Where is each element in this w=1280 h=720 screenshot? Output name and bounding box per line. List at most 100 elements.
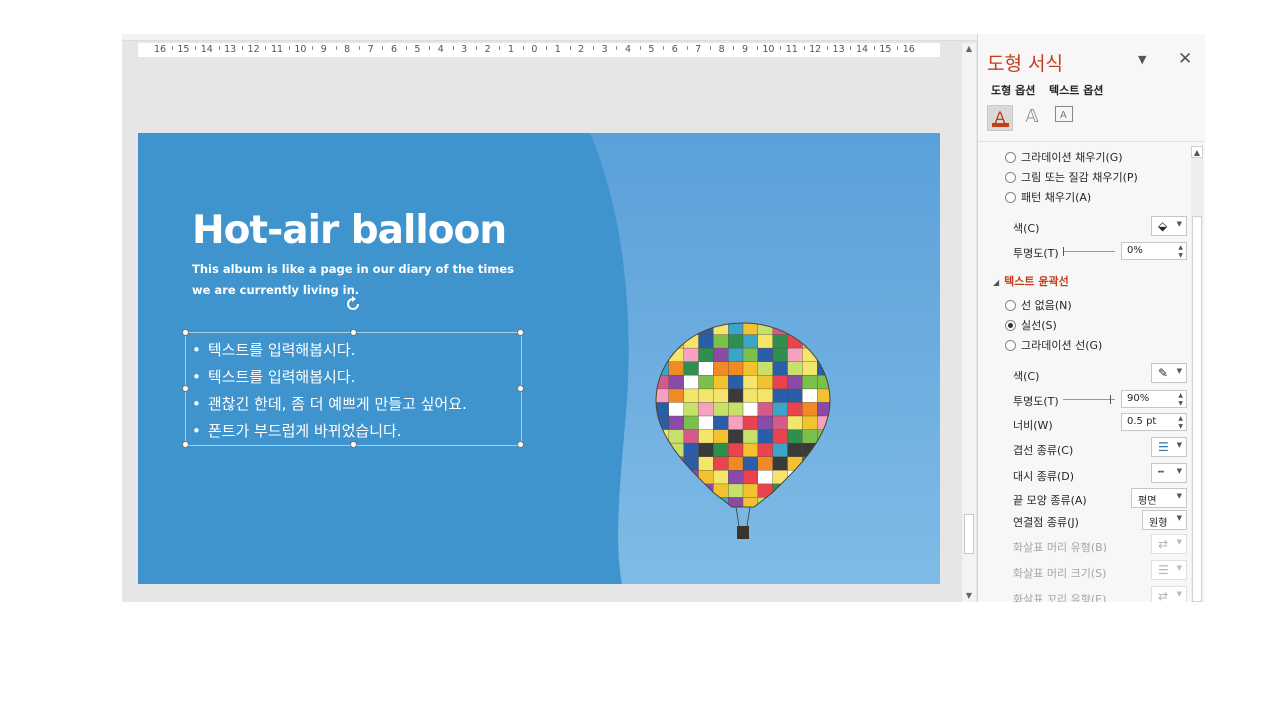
solid-line-option[interactable]: 실선(S)	[1005, 317, 1057, 333]
balloon-panel	[713, 442, 729, 458]
pane-scrollbar[interactable]: ▲	[1191, 146, 1203, 602]
balloon-panel	[698, 415, 715, 431]
balloon-panel	[802, 483, 818, 499]
spin-down-icon[interactable]: ▼	[1178, 252, 1183, 259]
radio-selected-icon[interactable]	[1005, 319, 1016, 331]
balloon-panel	[683, 375, 700, 390]
fill-color-dropdown[interactable]: ⬙ ▼	[1151, 216, 1187, 236]
spin-up-icon[interactable]: ▲	[1178, 415, 1183, 422]
outline-transparency-value[interactable]: 90%	[1127, 393, 1149, 404]
bullet-item[interactable]: 폰트가 부드럽게 바뀌었습니다.	[192, 418, 467, 445]
resize-handle[interactable]	[350, 329, 357, 336]
outline-color-dropdown[interactable]: ✎ ▼	[1151, 363, 1187, 383]
rotate-handle-icon[interactable]	[344, 295, 362, 313]
balloon-panel	[698, 375, 715, 390]
outline-transparency-spinner[interactable]: 90% ▲ ▼	[1121, 390, 1187, 408]
bullet-item[interactable]: 텍스트를 입력해봅시다.	[192, 337, 467, 364]
ruler-tick	[429, 46, 431, 50]
chevron-down-icon: ▼	[1176, 467, 1182, 475]
horizontal-ruler[interactable]: 16 15 14 13 12 11 10 9 8 7 6 5 4 3 2 1 0 1 2 3 4 5 6 7 8 9 10 11 12 1…	[138, 43, 940, 57]
compound-type-dropdown[interactable]: ☰ ▼	[1151, 437, 1187, 457]
balloon-panel	[787, 388, 804, 404]
resize-handle[interactable]	[182, 329, 189, 336]
slider-knob[interactable]	[1110, 395, 1111, 404]
balloon-panel	[727, 334, 744, 349]
balloon-panel	[727, 347, 744, 363]
picture-fill-option[interactable]: 그림 또는 질감 채우기(P)	[1005, 169, 1138, 185]
gradient-line-option[interactable]: 그라데이션 선(G)	[1005, 337, 1102, 353]
slide-title[interactable]: Hot-air balloon	[192, 207, 507, 255]
balloon-panel	[683, 442, 700, 458]
fill-transparency-value[interactable]: 0%	[1127, 245, 1143, 256]
resize-handle[interactable]	[517, 441, 524, 448]
radio-icon[interactable]	[1005, 151, 1016, 163]
scroll-down-icon[interactable]: ▼	[962, 590, 976, 602]
spin-up-icon[interactable]: ▲	[1178, 392, 1183, 399]
hot-air-balloon-image[interactable]	[654, 321, 832, 549]
balloon-panel	[802, 429, 818, 444]
bullet-item[interactable]: 괜찮긴 한데, 좀 더 예쁘게 만들고 싶어요.	[192, 391, 467, 418]
ruler-number: 6	[390, 44, 398, 55]
cap-type-dropdown[interactable]: 평면 ▼	[1131, 488, 1187, 508]
bullet-item[interactable]: 텍스트를 입력해봅시다.	[192, 364, 467, 391]
balloon-panel	[802, 323, 818, 336]
ruler-tick	[733, 46, 735, 50]
slide-scrollbar[interactable]: ▲ ▼	[962, 43, 976, 602]
text-effects-icon[interactable]: 𝔸	[1019, 105, 1045, 131]
tab-text-options[interactable]: 텍스트 옵션	[1049, 82, 1103, 98]
scroll-up-icon[interactable]: ▲	[1191, 146, 1203, 158]
balloon-panel	[802, 375, 818, 390]
slide-canvas[interactable]: Hot-air balloon This album is like a pag…	[138, 133, 940, 584]
spin-down-icon[interactable]: ▼	[1178, 400, 1183, 407]
balloon-panel	[757, 429, 774, 444]
dash-type-dropdown[interactable]: ┅ ▼	[1151, 463, 1187, 483]
chevron-down-icon: ▼	[1176, 220, 1182, 228]
gradient-fill-option[interactable]: 그라데이션 채우기(G)	[1005, 149, 1123, 165]
width-spinner[interactable]: 0.5 pt ▲ ▼	[1121, 413, 1187, 431]
no-line-option[interactable]: 선 없음(N)	[1005, 297, 1072, 313]
fill-transparency-spinner[interactable]: 0% ▲ ▼	[1121, 242, 1187, 260]
balloon-panel	[668, 470, 685, 485]
width-value[interactable]: 0.5 pt	[1127, 416, 1156, 427]
radio-icon[interactable]	[1005, 191, 1016, 203]
resize-handle[interactable]	[182, 441, 189, 448]
balloon-panel	[757, 388, 774, 404]
spin-down-icon[interactable]: ▼	[1178, 423, 1183, 430]
resize-handle[interactable]	[517, 385, 524, 392]
arrow-size-icon: ☰	[1158, 563, 1169, 577]
text-outline-section-header[interactable]: ◢ 텍스트 윤곽선	[993, 273, 1069, 289]
balloon-panel	[698, 442, 715, 458]
outline-transparency-slider[interactable]	[1063, 395, 1115, 404]
balloon-panel	[802, 361, 818, 377]
pattern-fill-option[interactable]: 패턴 채우기(A)	[1005, 189, 1091, 205]
ruler-tick	[241, 46, 243, 50]
tab-shape-options[interactable]: 도형 옵션	[991, 82, 1035, 98]
scroll-thumb[interactable]	[1192, 216, 1202, 602]
resize-handle[interactable]	[182, 385, 189, 392]
balloon-panel	[742, 415, 759, 431]
pane-options-icon[interactable]: ▼	[1138, 53, 1146, 66]
radio-icon[interactable]	[1005, 339, 1016, 351]
join-type-dropdown[interactable]: 원형 ▼	[1142, 510, 1187, 530]
spin-up-icon[interactable]: ▲	[1178, 244, 1183, 251]
scroll-up-icon[interactable]: ▲	[962, 43, 976, 55]
balloon-panel	[727, 375, 744, 390]
balloon-panel	[713, 375, 729, 390]
ruler-number: 16	[902, 44, 915, 55]
bullet-list[interactable]: 텍스트를 입력해봅시다. 텍스트를 입력해봅시다. 괜찮긴 한데, 좀 더 예쁘…	[192, 337, 467, 445]
fill-transparency-slider[interactable]	[1063, 247, 1115, 256]
text-fill-outline-icon[interactable]: A	[987, 105, 1013, 131]
resize-handle[interactable]	[517, 329, 524, 336]
close-icon[interactable]: ✕	[1178, 49, 1192, 69]
textbox-icon[interactable]: A	[1051, 105, 1077, 131]
balloon-panel	[802, 388, 818, 404]
ruler-number: 9	[320, 44, 327, 55]
ruler-number: 9	[741, 44, 749, 55]
slider-knob[interactable]	[1063, 247, 1064, 256]
radio-icon[interactable]	[1005, 171, 1016, 183]
scroll-thumb[interactable]	[964, 514, 974, 554]
arrow-begin-size-label: 화살표 머리 크기(S)	[1013, 567, 1107, 580]
radio-icon[interactable]	[1005, 299, 1016, 311]
divider	[978, 141, 1205, 142]
balloon-panel	[742, 456, 759, 471]
